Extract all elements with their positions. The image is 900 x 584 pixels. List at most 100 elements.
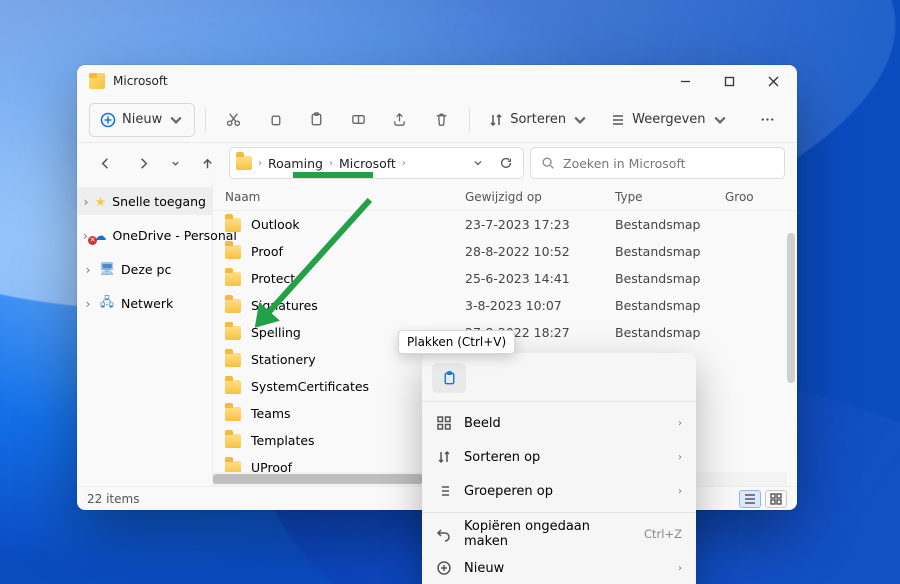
ctx-group[interactable]: Groeperen op › (422, 474, 696, 508)
new-button[interactable]: Nieuw (89, 103, 195, 137)
sidebar-item-onedrive[interactable]: › ☁✕ OneDrive - Personal (77, 221, 212, 249)
ctx-undo-copy[interactable]: Kopiëren ongedaan maken Ctrl+Z (422, 517, 696, 551)
sort-icon (436, 449, 452, 465)
error-badge-icon: ✕ (88, 236, 97, 245)
titlebar[interactable]: Microsoft (77, 65, 797, 97)
scrollbar-thumb[interactable] (787, 233, 795, 383)
address-dropdown[interactable] (467, 147, 489, 179)
column-modified[interactable]: Gewijzigd op (465, 190, 615, 204)
ctx-paste-button[interactable] (432, 363, 466, 393)
view-button[interactable]: Weergeven (602, 103, 735, 137)
rename-button[interactable] (341, 103, 377, 137)
annotation-underline (293, 172, 373, 178)
view-mode-buttons (739, 490, 787, 508)
maximize-button[interactable] (707, 65, 751, 97)
context-menu-icon-row (422, 359, 696, 397)
recent-dropdown[interactable] (165, 147, 185, 179)
ctx-sort[interactable]: Sorteren op › (422, 440, 696, 474)
minimize-button[interactable] (663, 65, 707, 97)
folder-icon (225, 272, 241, 286)
column-size[interactable]: Groo (725, 190, 785, 204)
chevron-right-icon: › (678, 418, 682, 429)
delete-button[interactable] (424, 103, 460, 137)
chevron-right-icon[interactable]: › (83, 194, 89, 209)
list-icon (436, 483, 452, 499)
column-type[interactable]: Type (615, 190, 725, 204)
share-button[interactable] (382, 103, 418, 137)
navigation-pane: › ★ Snelle toegang › ☁✕ OneDrive - Perso… (77, 183, 213, 486)
file-type: Bestandsmap (615, 271, 725, 286)
sidebar-item-this-pc[interactable]: › 🖥 Deze pc (77, 255, 212, 283)
file-modified: 23-7-2023 17:23 (465, 217, 615, 232)
breadcrumb-segment[interactable]: Roaming (268, 156, 323, 171)
item-count: 22 items (87, 492, 139, 506)
ctx-label: Nieuw (464, 561, 666, 576)
separator (422, 401, 696, 402)
paste-button[interactable] (299, 103, 335, 137)
command-bar: Nieuw Sorteren Weergeven (77, 97, 797, 143)
separator (205, 108, 206, 132)
file-type: Bestandsmap (615, 244, 725, 259)
folder-icon (225, 353, 241, 367)
window-title: Microsoft (113, 74, 663, 88)
grid-icon (436, 415, 452, 431)
folder-icon (225, 218, 241, 232)
ctx-label: Sorteren op (464, 450, 666, 465)
folder-icon (225, 326, 241, 340)
chevron-right-icon: › (329, 158, 333, 169)
ctx-new[interactable]: Nieuw › (422, 551, 696, 584)
vertical-scrollbar[interactable] (785, 183, 797, 486)
scrollbar-thumb[interactable] (213, 474, 423, 484)
column-headers: Naam Gewijzigd op Type Groo (213, 183, 797, 211)
chevron-right-icon: › (402, 158, 406, 169)
folder-icon (225, 380, 241, 394)
sort-label: Sorteren (510, 112, 566, 127)
sidebar-item-label: Deze pc (121, 262, 171, 277)
details-view-button[interactable] (739, 490, 761, 508)
icons-view-button[interactable] (765, 490, 787, 508)
search-box[interactable]: Zoeken in Microsoft (530, 147, 785, 179)
file-name: Stationery (251, 352, 316, 367)
file-modified: 28-8-2022 10:52 (465, 244, 615, 259)
chevron-right-icon[interactable]: › (83, 296, 93, 311)
file-row[interactable]: Outlook 23-7-2023 17:23Bestandsmap (213, 211, 797, 238)
sidebar-item-label: Netwerk (121, 296, 173, 311)
chevron-right-icon: › (678, 563, 682, 574)
forward-button[interactable] (127, 147, 159, 179)
column-name[interactable]: Naam (225, 190, 465, 204)
file-name: Proof (251, 244, 283, 259)
refresh-button[interactable] (495, 147, 517, 179)
folder-icon (225, 299, 241, 313)
breadcrumb-segment[interactable]: Microsoft (339, 156, 396, 171)
sidebar-item-network[interactable]: › 🖧 Netwerk (77, 289, 212, 317)
file-row[interactable]: Signatures3-8-2023 10:07Bestandsmap (213, 292, 797, 319)
copy-button[interactable] (258, 103, 294, 137)
file-type: Bestandsmap (615, 325, 725, 340)
address-bar[interactable]: › Roaming › Microsoft › (229, 147, 524, 179)
chevron-right-icon: › (258, 158, 262, 169)
more-button[interactable] (750, 103, 786, 137)
plus-circle-icon (436, 560, 452, 576)
file-row[interactable]: Proof 28-8-2022 10:52Bestandsmap (213, 238, 797, 265)
sort-button[interactable]: Sorteren (480, 103, 596, 137)
cut-button[interactable] (216, 103, 252, 137)
network-icon: 🖧 (99, 293, 115, 314)
file-modified: 25-6-2023 14:41 (465, 271, 615, 286)
context-menu: Beeld › Sorteren op › Groeperen op › Kop… (422, 353, 696, 584)
ctx-label: Kopiëren ongedaan maken (464, 519, 632, 549)
file-name: Outlook (251, 217, 300, 232)
separator (469, 108, 470, 132)
chevron-right-icon: › (678, 452, 682, 463)
close-button[interactable] (751, 65, 795, 97)
undo-icon (436, 526, 452, 542)
paste-tooltip: Plakken (Ctrl+V) (398, 330, 515, 354)
back-button[interactable] (89, 147, 121, 179)
up-button[interactable] (191, 147, 223, 179)
nav-row: › Roaming › Microsoft › Zoeken in Micros… (77, 143, 797, 183)
chevron-right-icon[interactable]: › (83, 262, 93, 277)
file-type: Bestandsmap (615, 298, 725, 313)
file-type: Bestandsmap (615, 217, 725, 232)
sidebar-item-label: Snelle toegang (112, 194, 206, 209)
ctx-view[interactable]: Beeld › (422, 406, 696, 440)
sidebar-item-quick-access[interactable]: › ★ Snelle toegang (77, 187, 212, 215)
